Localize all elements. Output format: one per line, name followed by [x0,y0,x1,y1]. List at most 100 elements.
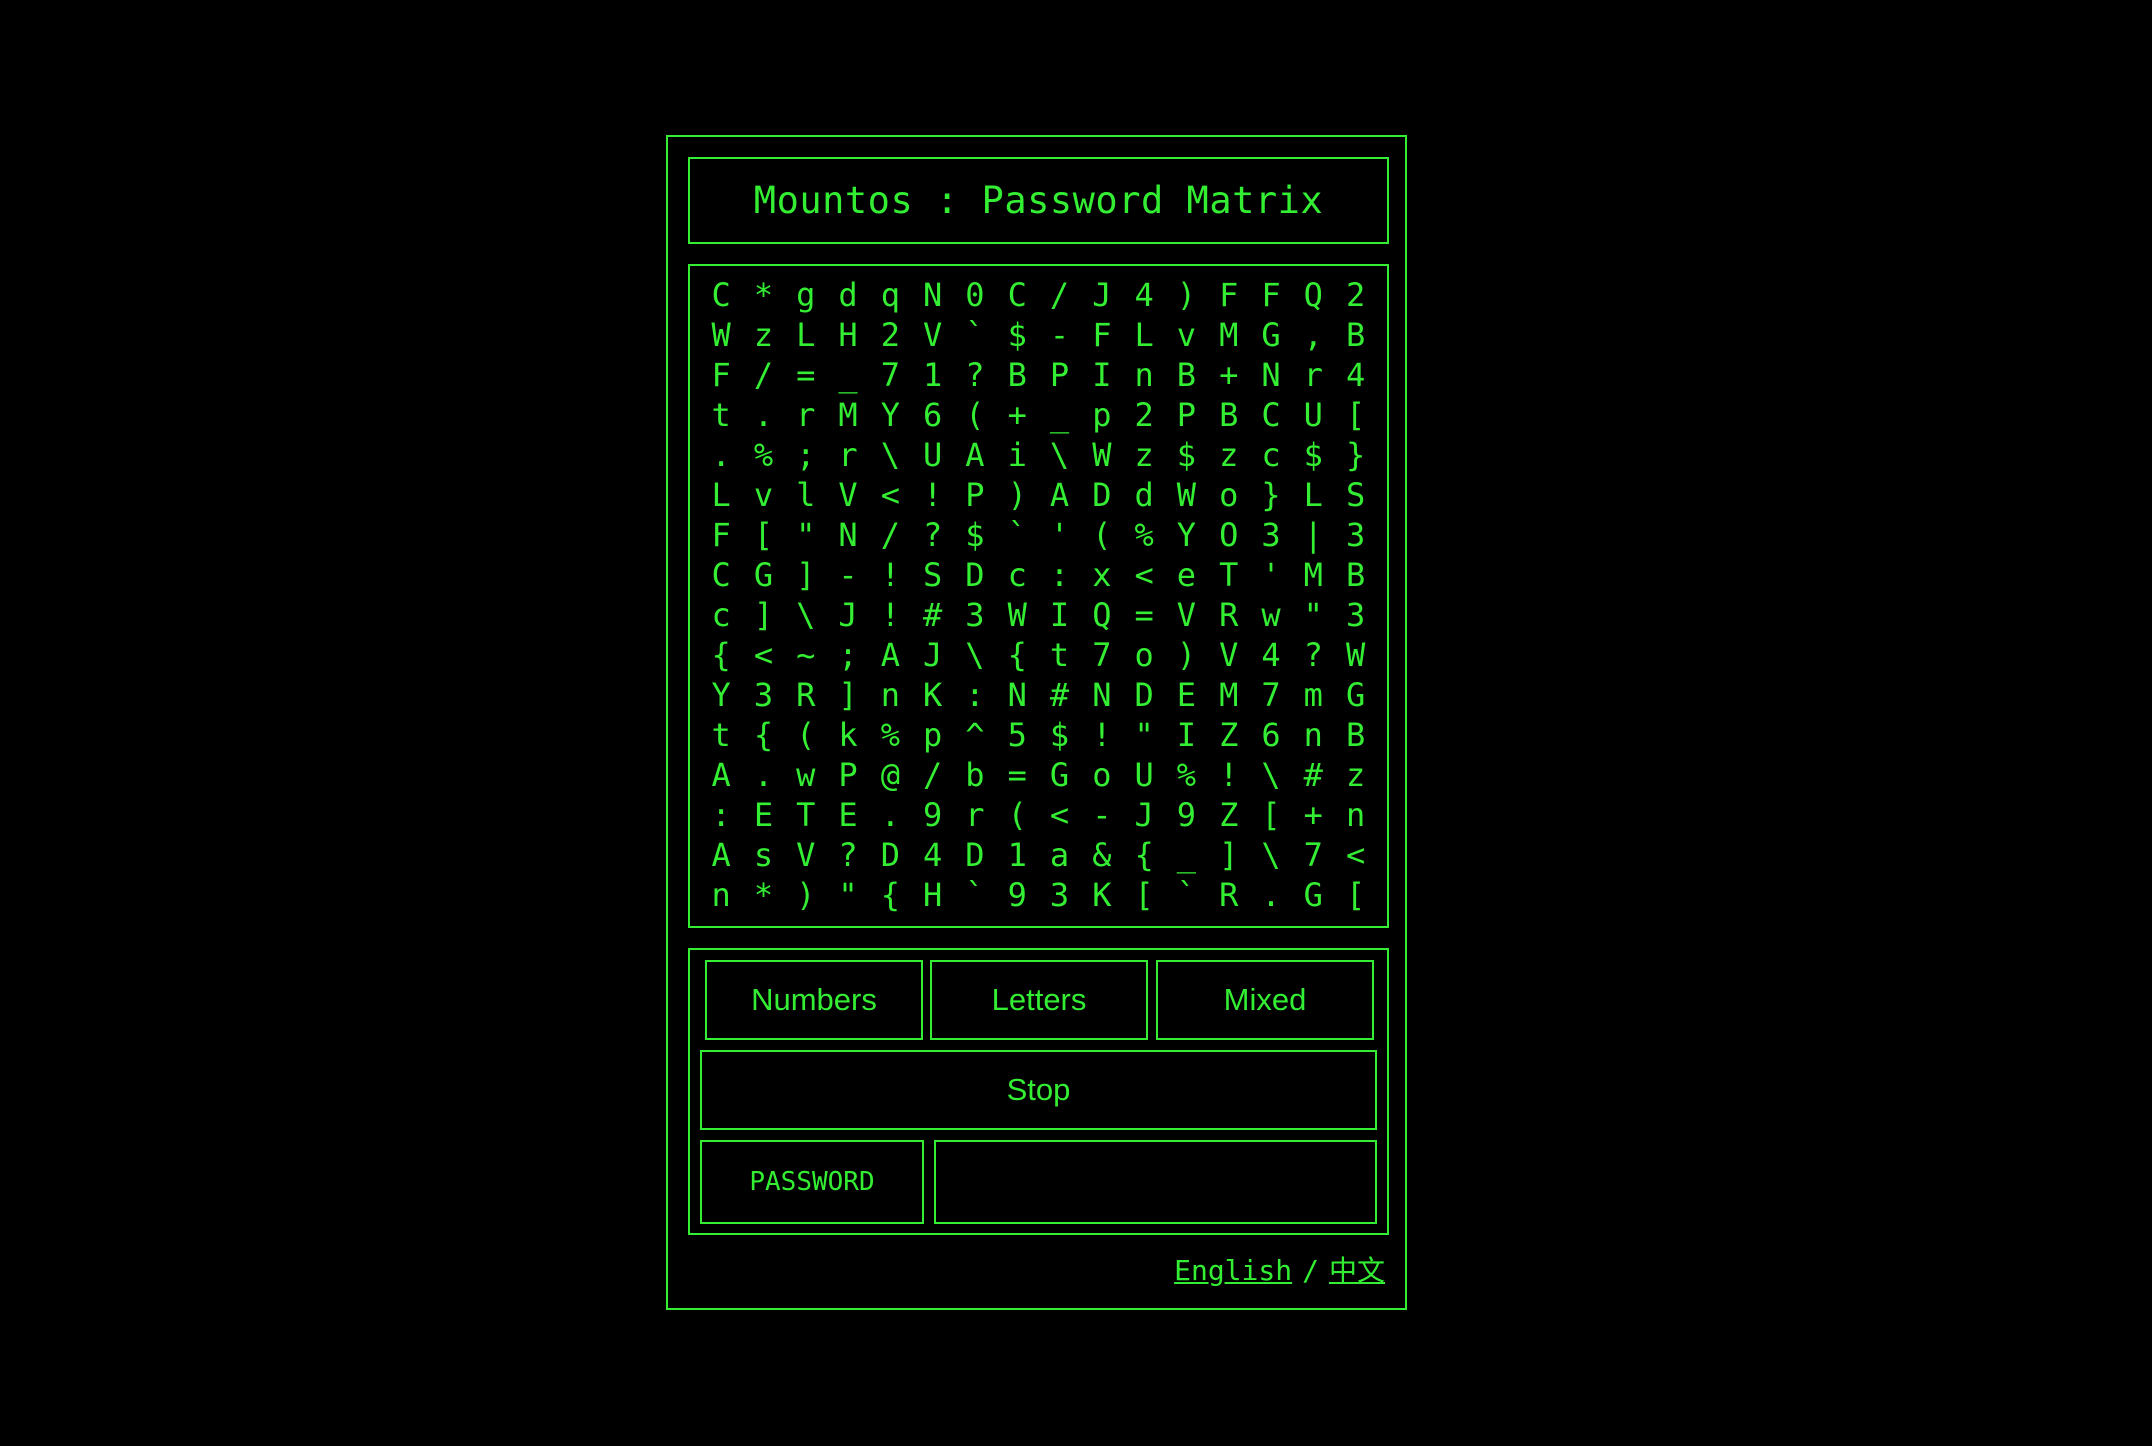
matrix-cell: ^ [965,716,985,754]
matrix-cell: ! [923,476,943,514]
matrix-cell: M [1219,676,1239,714]
matrix-cell: V [1219,636,1239,674]
matrix-cell: , [1303,316,1323,354]
matrix-cell: E [753,796,774,834]
matrix-cell: R [1219,596,1239,634]
matrix-cell: $ [1007,316,1027,354]
matrix-cell: G [1303,876,1323,914]
matrix-cell: % [1176,756,1197,794]
matrix-cell: < [1345,836,1366,874]
matrix-cell: I [1176,716,1197,754]
matrix-cell: < [1049,796,1070,834]
matrix-cell: ! [1092,716,1112,754]
matrix-cell: D [965,556,985,594]
matrix-cell: J [923,636,943,674]
matrix-cell: N [1007,676,1027,714]
language-chinese-link[interactable]: 中文 [1329,1254,1385,1287]
matrix-cell: @ [880,756,900,794]
matrix-cell: S [1345,476,1366,514]
matrix-cell: ) [1007,476,1027,514]
title-bar: Mountos : Password Matrix [688,157,1389,244]
matrix-cell: Y [880,396,900,434]
numbers-button[interactable]: Numbers [705,960,923,1040]
matrix-cell: F [1092,316,1112,354]
matrix-cell: [ [753,516,774,554]
matrix-cell: ? [923,516,943,554]
matrix-cell: W [1345,636,1366,674]
matrix-cell: / [753,356,774,394]
matrix-cell: / [880,516,900,554]
matrix-cell: 1 [923,356,943,394]
matrix-cell: d [1134,476,1154,514]
matrix-cell: ] [1219,836,1239,874]
matrix-cell: ( [965,396,985,434]
matrix-cell: J [1134,796,1154,834]
language-english-link[interactable]: English [1174,1254,1292,1287]
password-button[interactable]: PASSWORD [700,1140,924,1224]
password-output-field[interactable] [934,1140,1377,1224]
matrix-cell: [ [1345,876,1366,914]
matrix-cell: V [838,476,858,514]
matrix-cell: ? [838,836,858,874]
matrix-cell: 9 [1007,876,1027,914]
matrix-cell: ` [965,316,985,354]
matrix-cell: : [711,796,731,834]
matrix-cell: R [1219,876,1239,914]
matrix-cell: K [1092,876,1112,914]
matrix-cell: p [923,716,943,754]
matrix-cell: | [1303,516,1323,554]
matrix-cell: k [838,716,858,754]
matrix-cell: [ [1261,796,1281,834]
matrix-cell: ] [753,596,774,634]
matrix-cell: W [1092,436,1112,474]
matrix-cell: r [838,436,858,474]
matrix-cell: V [923,316,943,354]
matrix-cell: ! [880,596,900,634]
matrix-cell: Z [1219,796,1239,834]
matrix-cell: 6 [923,396,943,434]
matrix-cell: / [923,756,943,794]
matrix-cell: ( [796,716,816,754]
page-title: Mountos : Password Matrix [753,179,1324,222]
matrix-cell: \ [796,596,816,634]
letters-button[interactable]: Letters [930,960,1148,1040]
matrix-cell: ~ [796,636,816,674]
matrix-cell: a [1049,836,1070,874]
matrix-cell: M [838,396,858,434]
matrix-cell: c [711,596,731,634]
matrix-cell: T [796,796,816,834]
matrix-cell: . [1261,876,1281,914]
matrix-cell: # [923,596,943,634]
matrix-cell: : [1049,556,1070,594]
matrix-cell: S [923,556,943,594]
matrix-cell: 0 [965,276,985,314]
matrix-cell: \ [1261,836,1281,874]
matrix-cell: * [753,876,774,914]
matrix-cell: [ [1345,396,1366,434]
matrix-cell: { [880,876,900,914]
matrix-cell: F [711,356,731,394]
matrix-cell: # [1049,676,1070,714]
matrix-cell: M [1219,316,1239,354]
stop-button[interactable]: Stop [700,1050,1377,1130]
matrix-cell: F [1219,276,1239,314]
matrix-cell: [ [1134,876,1154,914]
matrix-cell: 9 [1176,796,1197,834]
matrix-cell: 6 [1261,716,1281,754]
matrix-cell: p [1092,396,1112,434]
matrix-cell: D [880,836,900,874]
matrix-cell: ; [796,436,816,474]
matrix-cell: C [711,556,731,594]
matrix-cell: W [711,316,731,354]
matrix-cell: 2 [880,316,900,354]
mixed-button[interactable]: Mixed [1156,960,1374,1040]
matrix-cell: = [1007,756,1027,794]
matrix-cell: ` [1176,876,1197,914]
matrix-cell: / [1049,276,1070,314]
matrix-cell: B [1345,716,1366,754]
matrix-cell: " [1303,596,1323,634]
matrix-cell: $ [1176,436,1197,474]
matrix-cell: - [1049,316,1070,354]
matrix-cell: < [880,476,900,514]
matrix-cell: + [1303,796,1323,834]
